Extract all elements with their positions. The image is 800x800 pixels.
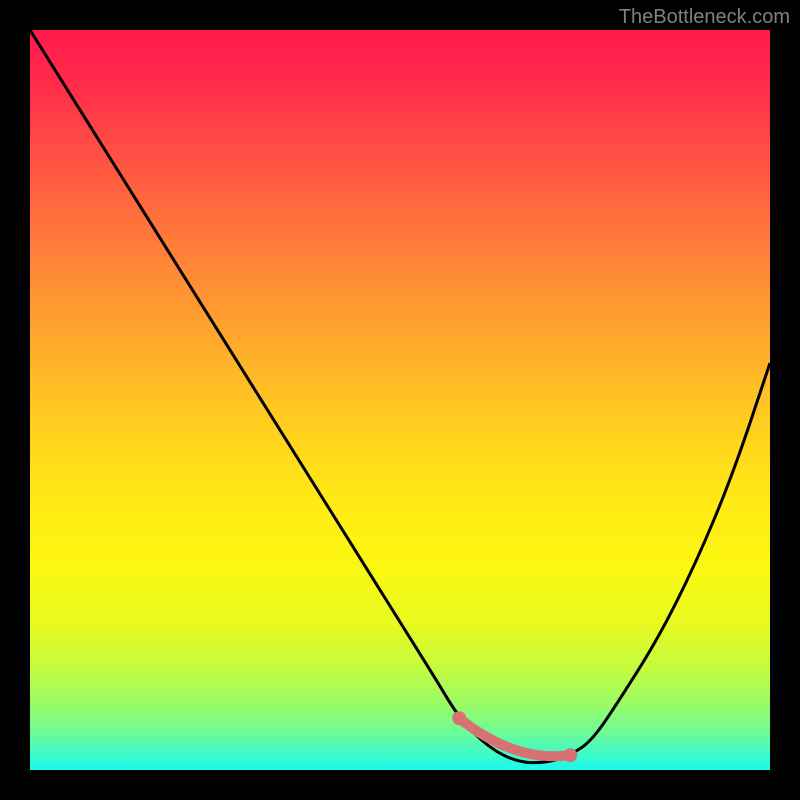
optimal-range-segment	[459, 718, 570, 756]
optimal-marker-right	[563, 748, 577, 762]
watermark-text: TheBottleneck.com	[619, 6, 790, 29]
bottleneck-curve-layer	[30, 30, 770, 770]
chart-container	[30, 30, 770, 770]
bottleneck-curve	[30, 30, 770, 763]
optimal-marker-left	[452, 711, 466, 725]
optimal-range-markers	[452, 711, 577, 762]
